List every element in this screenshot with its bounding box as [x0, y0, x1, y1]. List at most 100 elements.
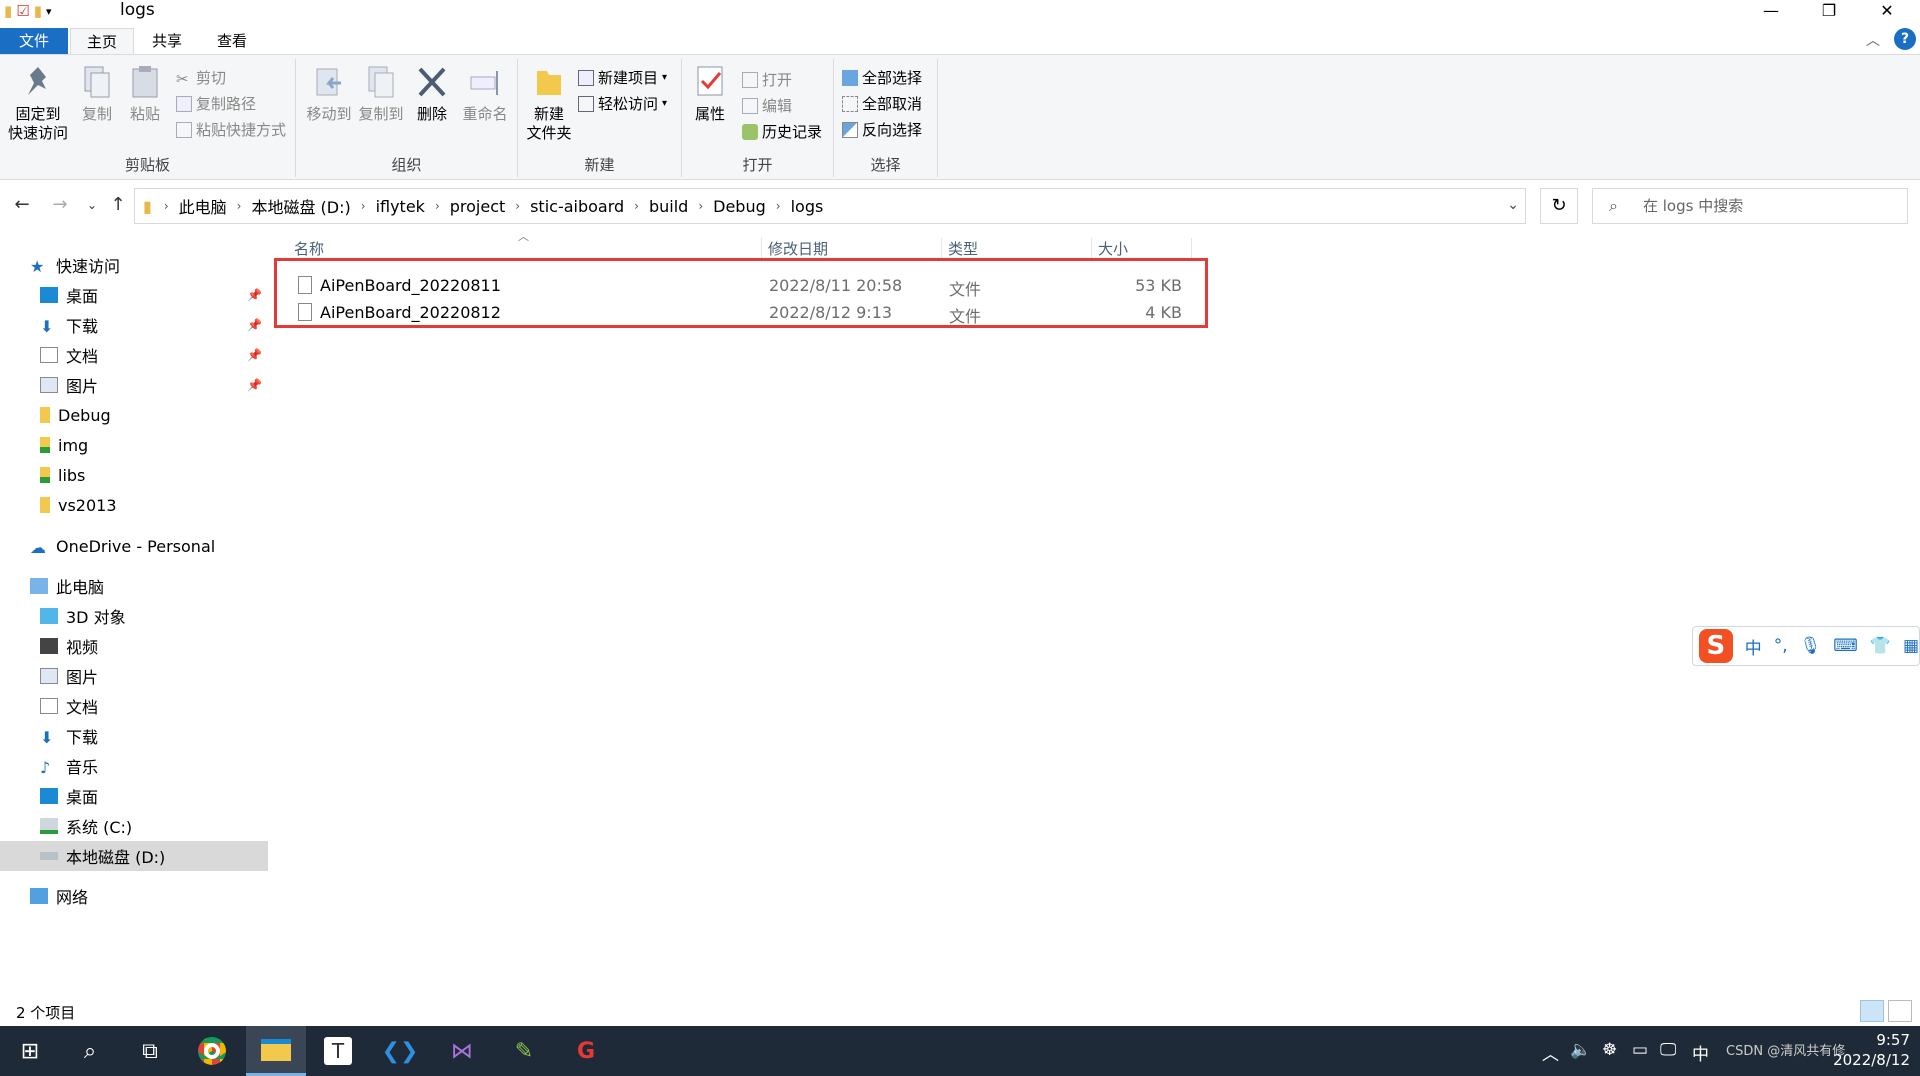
nav-item-img[interactable]: img [0, 430, 268, 460]
breadcrumb-project[interactable]: project [450, 197, 506, 216]
move-to-button[interactable]: 移动到 [304, 63, 354, 124]
nav-item-pc-desktop[interactable]: 桌面 [0, 781, 268, 811]
new-folder-button[interactable]: 新建 文件夹 [524, 63, 574, 143]
pin-quick-access-button[interactable]: 固定到 快速访问 [6, 63, 70, 143]
address-bar[interactable]: ▮ › 此电脑 › 本地磁盘 (D:) › iflytek › project › st… [134, 188, 1526, 224]
breadcrumb-debug[interactable]: Debug [713, 197, 766, 216]
delete-button[interactable]: 删除 [410, 63, 454, 124]
nav-item-videos[interactable]: 视频 [0, 631, 268, 661]
breadcrumb-separator-icon[interactable]: › [361, 199, 366, 213]
nav-onedrive[interactable]: ☁ OneDrive - Personal [0, 531, 268, 561]
sogou-logo-icon[interactable]: S [1699, 629, 1733, 663]
select-all-button[interactable]: 全部选择 [842, 67, 922, 88]
restore-button[interactable]: ❐ [1800, 0, 1858, 24]
red-app-icon[interactable]: G [556, 1026, 616, 1076]
pin-icon[interactable]: 📌 [247, 348, 262, 362]
column-header-name[interactable]: 名称 [288, 238, 762, 260]
search-input[interactable]: ⌕ 在 logs 中搜索 [1592, 188, 1908, 224]
copy-button[interactable]: 复制 [76, 63, 118, 124]
nav-item-documents[interactable]: 文档 📌 [0, 340, 268, 370]
easy-access-button[interactable]: 轻松访问 ▾ [578, 93, 667, 114]
tab-home[interactable]: 主页 [70, 28, 134, 54]
chevron-down-icon[interactable]: ⌄ [1507, 197, 1519, 213]
tab-share[interactable]: 共享 [140, 28, 194, 54]
large-icons-view-icon[interactable] [1888, 1000, 1912, 1022]
skin-shirt-icon[interactable]: 👕 [1870, 636, 1891, 656]
nav-this-pc[interactable]: 此电脑 [0, 571, 268, 601]
search-icon[interactable]: ⌕ [60, 1026, 120, 1076]
nav-item-pc-pictures[interactable]: 图片 [0, 661, 268, 691]
paste-shortcut-button[interactable]: 粘贴快捷方式 [176, 119, 286, 140]
nav-item-debug[interactable]: Debug [0, 400, 268, 430]
system-clock[interactable]: 9:57 2022/8/12 [1833, 1030, 1910, 1070]
breadcrumb-stic-aiboard[interactable]: stic-aiboard [530, 197, 624, 216]
nav-item-libs[interactable]: libs [0, 460, 268, 490]
minimize-button[interactable]: — [1742, 0, 1800, 24]
customize-qat-icon[interactable]: ▾ [46, 5, 52, 18]
new-item-button[interactable]: 新建项目 ▾ [578, 67, 667, 88]
copy-path-button[interactable]: 复制路径 [176, 93, 256, 114]
breadcrumb-this-pc[interactable]: 此电脑 [179, 194, 227, 218]
column-header-modified[interactable]: 修改日期 [762, 238, 942, 260]
pin-icon[interactable]: 📌 [247, 378, 262, 392]
nav-item-drive-d[interactable]: 本地磁盘 (D:) [0, 841, 268, 871]
breadcrumb-separator-icon[interactable]: › [776, 199, 781, 213]
breadcrumb-separator-icon[interactable]: › [515, 199, 520, 213]
breadcrumb-separator-icon[interactable]: › [237, 199, 242, 213]
visual-studio-icon[interactable]: ⋈ [432, 1026, 492, 1076]
keyboard-icon[interactable]: ⌨ [1833, 636, 1858, 656]
rename-button[interactable]: 重命名 [458, 63, 512, 124]
file-explorer-icon[interactable] [246, 1026, 306, 1076]
details-view-icon[interactable] [1860, 1000, 1884, 1022]
properties-button[interactable]: 属性 [686, 63, 734, 124]
paste-button[interactable]: 粘贴 [124, 63, 166, 124]
nav-item-3d-objects[interactable]: 3D 对象 [0, 601, 268, 631]
nav-network[interactable]: 网络 [0, 881, 268, 911]
copy-to-button[interactable]: 复制到 [356, 63, 406, 124]
notepad-plus-plus-icon[interactable]: ✎ [494, 1026, 554, 1076]
nav-item-vs2013[interactable]: vs2013 [0, 490, 268, 520]
chrome-icon[interactable] [182, 1026, 242, 1076]
pin-icon[interactable]: 📌 [247, 288, 262, 302]
nav-item-drive-c[interactable]: 系统 (C:) [0, 811, 268, 841]
breadcrumb-drive-d[interactable]: 本地磁盘 (D:) [251, 194, 350, 218]
ime-mode-toggle[interactable]: 中 [1745, 634, 1762, 659]
recent-locations-chevron-icon[interactable]: ⌄ [78, 192, 106, 220]
speaker-muted-icon[interactable]: 🔈 [1570, 1040, 1591, 1060]
tab-view[interactable]: 查看 [204, 28, 260, 54]
open-button[interactable]: 打开 [742, 69, 792, 90]
nav-item-pictures[interactable]: 图片 📌 [0, 370, 268, 400]
breadcrumb-separator-icon[interactable]: › [435, 199, 440, 213]
punctuation-icon[interactable]: °, [1774, 636, 1788, 656]
pin-icon[interactable]: 📌 [247, 318, 262, 332]
back-arrow-icon[interactable]: ← [8, 192, 36, 220]
nav-item-downloads[interactable]: ⬇ 下载 📌 [0, 310, 268, 340]
microphone-icon[interactable]: 🎙 [1800, 636, 1822, 656]
breadcrumb-separator-icon[interactable]: › [698, 199, 703, 213]
history-button[interactable]: 历史记录 [742, 121, 822, 142]
tab-file[interactable]: 文件 [0, 28, 68, 54]
nav-item-pc-downloads[interactable]: ⬇ 下载 [0, 721, 268, 751]
windows-start-icon[interactable]: ⊞ [0, 1026, 60, 1076]
properties-check-icon[interactable]: ☑ [16, 2, 29, 20]
invert-selection-button[interactable]: 反向选择 [842, 119, 922, 140]
battery-icon[interactable]: ▭ [1632, 1040, 1648, 1060]
vscode-icon[interactable]: ❮❯ [370, 1026, 430, 1076]
nav-item-desktop[interactable]: 桌面 📌 [0, 280, 268, 310]
breadcrumb-build[interactable]: build [649, 197, 688, 216]
cut-button[interactable]: ✂ 剪切 [176, 67, 226, 88]
task-view-icon[interactable]: ⧉ [120, 1026, 180, 1076]
input-language-indicator[interactable]: 中 [1692, 1040, 1709, 1065]
app-tray-icon[interactable]: ☸ [1602, 1040, 1617, 1060]
forward-arrow-icon[interactable]: → [46, 192, 74, 220]
breadcrumb-logs[interactable]: logs [791, 197, 824, 216]
chevron-up-icon[interactable]: ︿ [1542, 1040, 1559, 1065]
edit-button[interactable]: 编辑 [742, 95, 792, 116]
select-none-button[interactable]: 全部取消 [842, 93, 922, 114]
nav-quick-access[interactable]: ★ 快速访问 [0, 250, 268, 280]
up-arrow-icon[interactable]: ↑ [104, 192, 132, 220]
column-header-type[interactable]: 类型 [942, 238, 1092, 260]
close-button[interactable]: ✕ [1858, 0, 1916, 24]
network-tray-icon[interactable]: 🖵 [1660, 1040, 1676, 1060]
refresh-icon[interactable]: ↻ [1540, 188, 1578, 224]
